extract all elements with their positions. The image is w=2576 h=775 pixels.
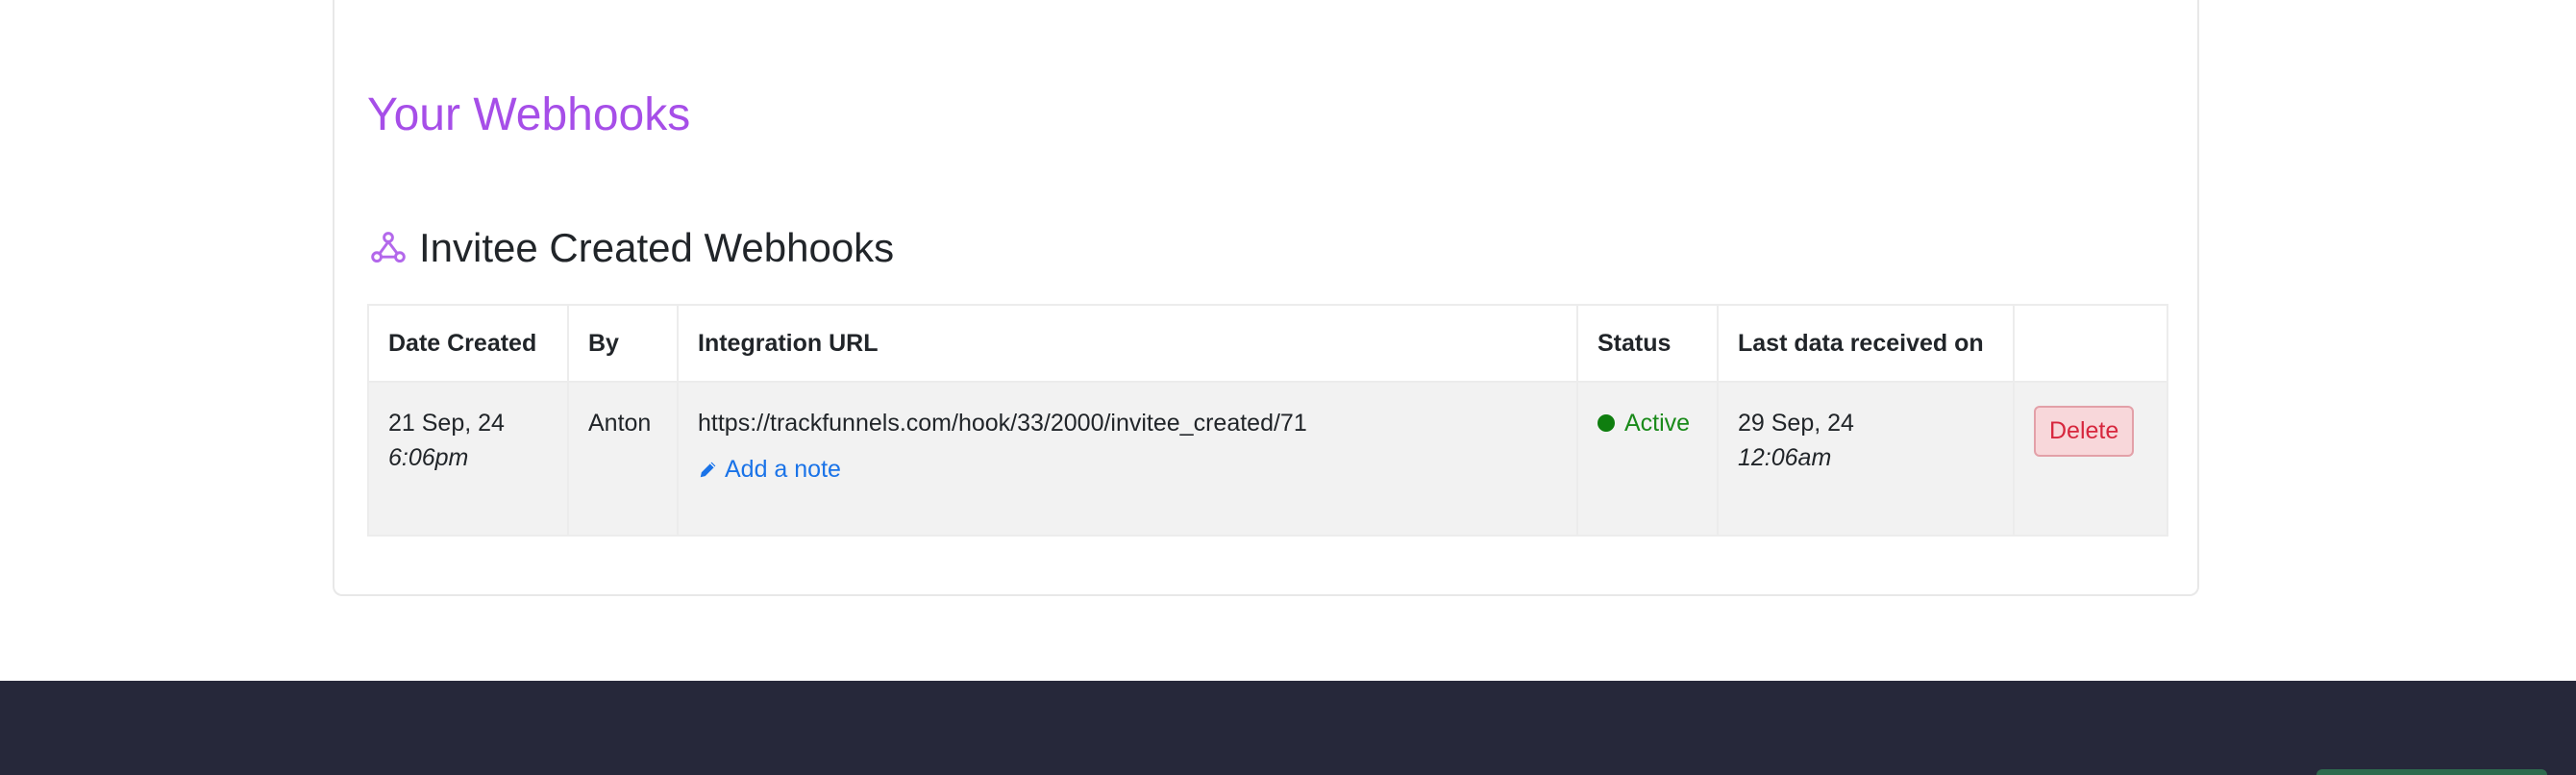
cell-integration-url: https://trackfunnels.com/hook/33/2000/in… — [677, 381, 1578, 537]
cell-date-created: 21 Sep, 24 6:06pm — [367, 381, 569, 537]
date-created-time: 6:06pm — [388, 444, 469, 471]
integration-url-text: https://trackfunnels.com/hook/33/2000/in… — [698, 410, 1307, 437]
column-header-integration-url: Integration URL — [677, 304, 1578, 383]
column-header-status: Status — [1576, 304, 1719, 383]
footer — [0, 681, 2576, 775]
cell-actions: Delete — [2013, 381, 2168, 537]
webhook-icon — [371, 232, 406, 263]
column-header-date-created: Date Created — [367, 304, 569, 383]
status-dot-icon — [1598, 414, 1615, 432]
last-received-date: 29 Sep, 24 — [1738, 410, 1854, 437]
page-title: Your Webhooks — [367, 89, 691, 140]
section-heading: Invitee Created Webhooks — [367, 217, 894, 279]
footer-corner-tab — [2316, 769, 2547, 775]
delete-button[interactable]: Delete — [2034, 406, 2135, 457]
column-header-actions — [2013, 304, 2168, 383]
table-row: 21 Sep, 24 6:06pm Anton https://trackfun… — [367, 381, 2168, 537]
cell-last-data-received: 29 Sep, 24 12:06am — [1717, 381, 2015, 537]
status-text: Active — [1624, 410, 1691, 437]
column-header-by: By — [567, 304, 679, 383]
cell-by: Anton — [567, 381, 679, 537]
add-note-link[interactable]: Add a note — [698, 452, 841, 487]
add-note-label: Add a note — [725, 456, 841, 483]
last-received-time: 12:06am — [1738, 444, 1832, 471]
webhooks-table: Date Created By Integration URL Status L… — [367, 304, 2168, 537]
cell-status: Active — [1576, 381, 1719, 537]
section-heading-text: Invitee Created Webhooks — [419, 225, 895, 270]
status-badge: Active — [1598, 406, 1690, 440]
date-created-date: 21 Sep, 24 — [388, 410, 505, 437]
table-header-row: Date Created By Integration URL Status L… — [367, 304, 2168, 383]
page: Your Webhooks Invitee Created Webhooks D… — [0, 0, 2576, 775]
pencil-icon — [700, 462, 716, 478]
column-header-last-data-received: Last data received on — [1717, 304, 2015, 383]
